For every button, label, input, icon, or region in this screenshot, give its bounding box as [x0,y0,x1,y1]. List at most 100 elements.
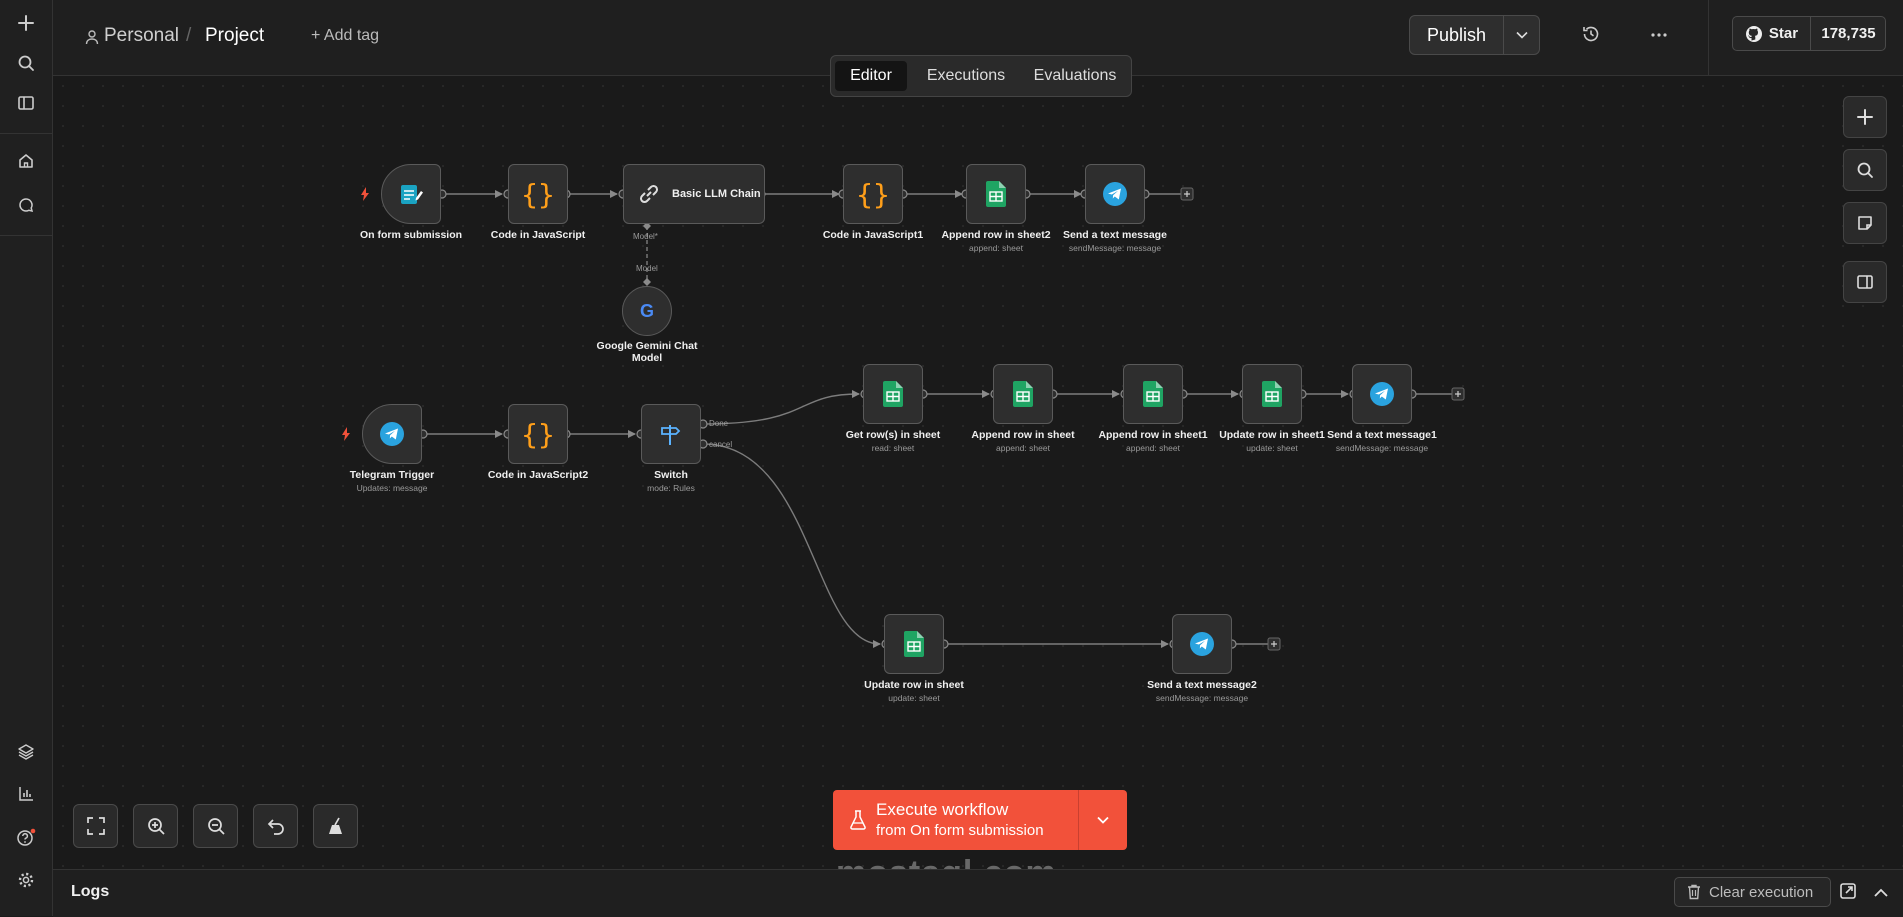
node-subtitle: mode: Rules [647,483,695,493]
google-sheets-icon [986,181,1006,207]
left-sidebar [0,0,53,916]
google-sheets-icon [904,631,924,657]
add-node-button[interactable] [1843,96,1887,138]
execute-subtitle: from On form submission [876,822,1044,839]
plus-icon [1857,109,1873,125]
form-icon [401,185,423,204]
node-send-a-text-message2[interactable] [1172,614,1232,674]
chevron-down-icon[interactable] [1079,790,1127,850]
trash-icon [1688,884,1700,900]
breadcrumb-project[interactable]: Project [205,25,264,47]
undo-icon [267,819,284,835]
panel-right-icon [1857,275,1873,289]
output-label-cancel: cancel [709,440,733,449]
fit-view-button[interactable] [73,804,118,848]
node-code-in-javascript2[interactable]: {} [508,404,568,464]
node-code-in-javascript[interactable]: {} [508,164,568,224]
tab-editor[interactable]: Editor [835,61,907,91]
toggle-panel-button[interactable] [1843,261,1887,303]
more-options-icon[interactable] [1649,25,1669,50]
execute-title: Execute workflow [876,800,1009,819]
publish-button[interactable]: Publish [1410,16,1503,54]
history-icon[interactable] [1581,24,1601,49]
add-tag-button[interactable]: + Add tag [311,27,379,45]
add-icon[interactable] [10,7,42,39]
google-sheets-icon [1262,381,1282,407]
google-sheets-icon [1143,381,1163,407]
logs-panel[interactable]: Logs Clear execution [53,869,1903,917]
node-label: Send a text message2 [1147,679,1257,691]
node-label: Send a text message [1063,229,1167,241]
zoom-out-button[interactable] [193,804,238,848]
node-subtitle: update: sheet [888,693,940,703]
panel-toggle-icon[interactable] [10,87,42,119]
sidebar-divider [0,133,52,134]
insights-icon[interactable] [10,778,42,810]
node-switch[interactable] [641,404,701,464]
fullscreen-icon [86,817,105,835]
github-star-widget: Star 178,735 [1732,16,1886,51]
sidebar-divider [0,235,52,236]
node-on-form-submission[interactable] [381,164,441,224]
node-google-gemini-chat-model[interactable]: G [622,286,672,336]
sticky-note-button[interactable] [1843,202,1887,244]
github-star-button[interactable]: Star [1733,17,1810,50]
node-append-row-in-sheet2[interactable] [966,164,1026,224]
templates-icon[interactable] [10,736,42,768]
workflow-canvas[interactable]: On form submission {} Code in JavaScript… [53,76,1903,892]
search-icon[interactable] [10,47,42,79]
chat-icon[interactable] [10,189,42,221]
star-label: Star [1768,25,1799,42]
zoom-in-icon [147,818,165,835]
node-subtitle: sendMessage: message [1068,243,1162,253]
port-label: Model [636,264,658,273]
node-get-rows-in-sheet[interactable] [863,364,923,424]
search-nodes-button[interactable] [1843,149,1887,191]
node-update-row-in-sheet[interactable] [884,614,944,674]
help-icon[interactable] [10,822,42,854]
node-label: Google Gemini Chat [596,340,698,352]
telegram-icon [1370,382,1394,406]
node-label: Update row in sheet [864,679,964,691]
node-telegram-trigger[interactable] [362,404,422,464]
node-subtitle: sendMessage: message [1155,693,1249,703]
broom-icon [328,817,342,834]
home-icon[interactable] [10,145,42,177]
breadcrumb-owner[interactable]: Personal [104,25,179,47]
chevron-up-icon[interactable] [1874,885,1888,903]
node-update-row-in-sheet1[interactable] [1242,364,1302,424]
view-tabs: Editor Executions Evaluations [830,55,1132,97]
settings-icon[interactable] [10,864,42,896]
node-append-row-in-sheet1[interactable] [1123,364,1183,424]
node-basic-llm-chain[interactable]: Basic LLM Chain [623,164,765,224]
node-code-in-javascript1[interactable]: {} [843,164,903,224]
telegram-icon [1103,182,1127,206]
node-inline-label: Basic LLM Chain [672,188,761,200]
execute-workflow-button[interactable]: Execute workflow from On form submission [833,790,1127,850]
user-icon [85,30,99,45]
telegram-icon [380,422,404,446]
pop-out-icon[interactable] [1839,882,1857,905]
tab-evaluations[interactable]: Evaluations [1023,61,1127,91]
publish-group: Publish [1409,15,1540,55]
node-send-a-text-message1[interactable] [1352,364,1412,424]
node-send-a-text-message[interactable] [1085,164,1145,224]
link-icon [639,184,659,204]
zoom-in-button[interactable] [133,804,178,848]
chevron-down-icon[interactable] [1504,16,1540,54]
clear-execution-button[interactable]: Clear execution [1674,877,1831,907]
trigger-bolt-icon [342,427,350,441]
github-icon [1745,25,1762,42]
code-icon: {} [521,177,555,211]
telegram-icon [1190,632,1214,656]
flask-icon [850,810,866,830]
header-divider [1708,0,1709,75]
node-label-line2: Model [631,352,663,364]
trigger-bolt-icon [361,187,369,201]
undo-button[interactable] [253,804,298,848]
node-append-row-in-sheet[interactable] [993,364,1053,424]
tab-executions[interactable]: Executions [913,61,1019,91]
google-icon: G [639,300,654,321]
star-count[interactable]: 178,735 [1811,17,1886,50]
tidy-up-button[interactable] [313,804,358,848]
